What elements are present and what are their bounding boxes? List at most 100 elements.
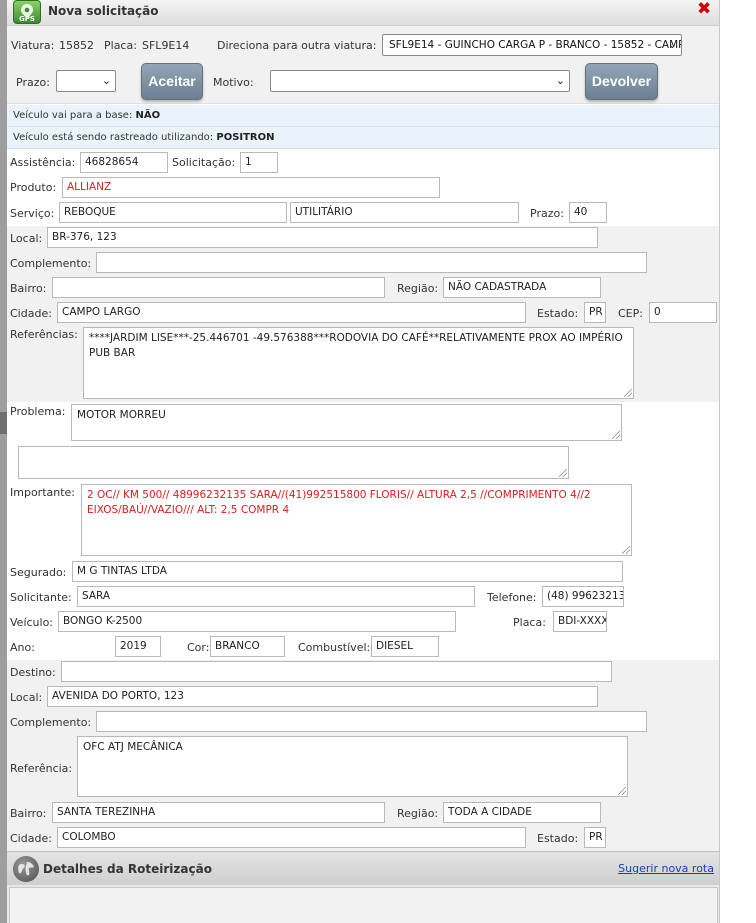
regiao-label: Região: xyxy=(397,282,439,295)
produto-field[interactable]: ALLIANZ xyxy=(62,177,440,198)
complemento-field[interactable] xyxy=(96,252,647,273)
solicitacao-field[interactable]: 1 xyxy=(240,152,278,173)
destino-estado-field[interactable]: PR xyxy=(584,827,606,848)
destino-cidade-field[interactable]: COLOMBO xyxy=(57,827,526,848)
segurado-field[interactable]: M G TINTAS LTDA xyxy=(72,561,623,582)
destino-bairro-label: Bairro: xyxy=(10,807,47,820)
local-field[interactable]: BR-376, 123 xyxy=(47,227,598,248)
estado-label: Estado: xyxy=(537,307,579,320)
base-info-row: Veículo vai para a base: NÃO xyxy=(7,105,719,127)
viatura-label: Viatura: xyxy=(11,39,55,52)
ano-label: Ano: xyxy=(10,641,35,654)
base-info-text: Veículo vai para a base: xyxy=(13,110,133,121)
destino-referencia-textarea[interactable]: OFC ATJ MECÂNICA xyxy=(77,736,628,797)
solicitacao-label: Solicitação: xyxy=(172,156,236,169)
segurado-label: Segurado: xyxy=(10,566,67,579)
cidade-field[interactable]: CAMPO LARGO xyxy=(57,302,526,323)
aceitar-button[interactable]: Aceitar xyxy=(141,63,203,100)
combustivel-field[interactable]: DIESEL xyxy=(371,636,439,657)
title-bar: GPS Nova solicitação ✖ xyxy=(7,0,719,26)
regiao-field[interactable]: NÃO CADASTRADA xyxy=(443,277,601,298)
servico-tipo-field[interactable]: UTILITÁRIO xyxy=(290,202,519,223)
destino-referencia-text: OFC ATJ MECÂNICA xyxy=(83,741,183,753)
left-edge-tab[interactable] xyxy=(0,412,7,434)
produto-label: Produto: xyxy=(10,181,57,194)
importante-textarea[interactable]: 2 OC// KM 500// 48996232135 SARA//(41)99… xyxy=(81,484,632,556)
resize-grip-icon[interactable] xyxy=(624,389,632,397)
prazo-label: Prazo: xyxy=(530,207,564,220)
base-info-value: NÃO xyxy=(135,110,161,121)
solicitante-field[interactable]: SARA xyxy=(77,586,475,607)
referencias-text: ****JARDIM LISE***-25.446701 -49.576388*… xyxy=(89,332,623,359)
assistencia-field[interactable]: 46828654 xyxy=(80,152,168,173)
destino-complemento-field[interactable] xyxy=(96,711,647,732)
prazo-select[interactable]: ⌄ xyxy=(56,70,116,92)
gps-badge-text: GPS xyxy=(19,15,35,23)
chevron-down-icon: ⌄ xyxy=(667,38,677,51)
prazo-field[interactable]: 40 xyxy=(569,202,607,223)
tracking-info-value: POSITRON xyxy=(216,132,275,143)
close-icon[interactable]: ✖ xyxy=(697,0,711,18)
gps-icon: GPS xyxy=(13,0,41,24)
resize-grip-icon[interactable] xyxy=(559,469,567,477)
motivo-label: Motivo: xyxy=(213,76,254,89)
tracking-info-row: Veículo está sendo rastreado utilizando:… xyxy=(7,127,719,149)
placa-label: Placa: xyxy=(104,39,137,52)
cidade-label: Cidade: xyxy=(10,307,52,320)
route-details-title: Detalhes da Roteirização xyxy=(43,862,212,876)
destino-field[interactable] xyxy=(61,661,612,682)
direciona-select-value: SFL9E14 - GUINCHO CARGA P - BRANCO - 158… xyxy=(389,39,681,51)
destino-regiao-label: Região: xyxy=(397,807,439,820)
bairro-field[interactable] xyxy=(52,277,385,298)
estado-field[interactable]: PR xyxy=(584,302,606,323)
problema-textarea[interactable]: MOTOR MORREU xyxy=(71,404,622,441)
destino-regiao-field[interactable]: TODA A CIDADE xyxy=(443,802,601,823)
chevron-down-icon: ⌄ xyxy=(555,74,565,87)
cep-field[interactable]: 0 xyxy=(649,302,717,323)
dispatch-header: Viatura: 15852 Placa: SFL9E14 Direciona … xyxy=(7,26,719,104)
problema-label: Problema: xyxy=(10,405,66,418)
viatura-value: 15852 xyxy=(59,39,94,52)
window-title: Nova solicitação xyxy=(48,4,159,18)
resize-grip-icon[interactable] xyxy=(618,787,626,795)
complemento-label: Complemento: xyxy=(10,257,92,270)
veiculo-field[interactable]: BONGO K-2500 xyxy=(58,611,456,632)
referencias-textarea[interactable]: ****JARDIM LISE***-25.446701 -49.576388*… xyxy=(83,327,634,399)
resize-grip-icon[interactable] xyxy=(612,431,620,439)
direciona-label: Direciona para outra viatura: xyxy=(217,39,377,52)
solicitante-label: Solicitante: xyxy=(10,591,72,604)
destino-estado-label: Estado: xyxy=(537,832,579,845)
globe-icon xyxy=(13,856,39,882)
motivo-select[interactable]: ⌄ xyxy=(270,70,570,92)
suggest-route-link[interactable]: Sugerir nova rota xyxy=(618,862,714,875)
ano-field[interactable]: 2019 xyxy=(115,636,161,657)
local-label: Local: xyxy=(10,232,43,245)
servico-field[interactable]: REBOQUE xyxy=(59,202,287,223)
destino-cidade-label: Cidade: xyxy=(10,832,52,845)
direciona-select[interactable]: SFL9E14 - GUINCHO CARGA P - BRANCO - 158… xyxy=(382,34,682,56)
veiculo-placa-field[interactable]: BDI-XXXX xyxy=(553,611,607,632)
importante-text: 2 OC// KM 500// 48996232135 SARA//(41)99… xyxy=(87,489,591,516)
chevron-down-icon: ⌄ xyxy=(101,74,111,87)
problema-text: MOTOR MORREU xyxy=(77,409,166,421)
referencias-label: Referências: xyxy=(10,328,78,341)
placa-value: SFL9E14 xyxy=(142,39,190,52)
assistencia-label: Assistência: xyxy=(10,156,76,169)
telefone-field[interactable]: (48) 996232135 xyxy=(542,586,624,607)
route-details-body xyxy=(7,885,719,923)
destino-local-field[interactable]: AVENIDA DO PORTO, 123 xyxy=(47,686,598,707)
devolver-button[interactable]: Devolver xyxy=(585,63,658,100)
destino-bairro-field[interactable]: SANTA TEREZINHA xyxy=(52,802,385,823)
problema-extra-textarea[interactable] xyxy=(18,446,569,479)
bairro-label: Bairro: xyxy=(10,282,47,295)
route-details-panel xyxy=(9,887,718,923)
tracking-info-text: Veículo está sendo rastreado utilizando: xyxy=(13,132,214,143)
importante-label: Importante: xyxy=(10,486,76,499)
servico-label: Serviço: xyxy=(10,207,55,220)
destino-complemento-label: Complemento: xyxy=(10,716,92,729)
cep-label: CEP: xyxy=(618,307,643,320)
cor-field[interactable]: BRANCO xyxy=(210,636,285,657)
cor-label: Cor: xyxy=(187,641,210,654)
resize-grip-icon[interactable] xyxy=(622,546,630,554)
prazo-header-label: Prazo: xyxy=(16,76,50,89)
